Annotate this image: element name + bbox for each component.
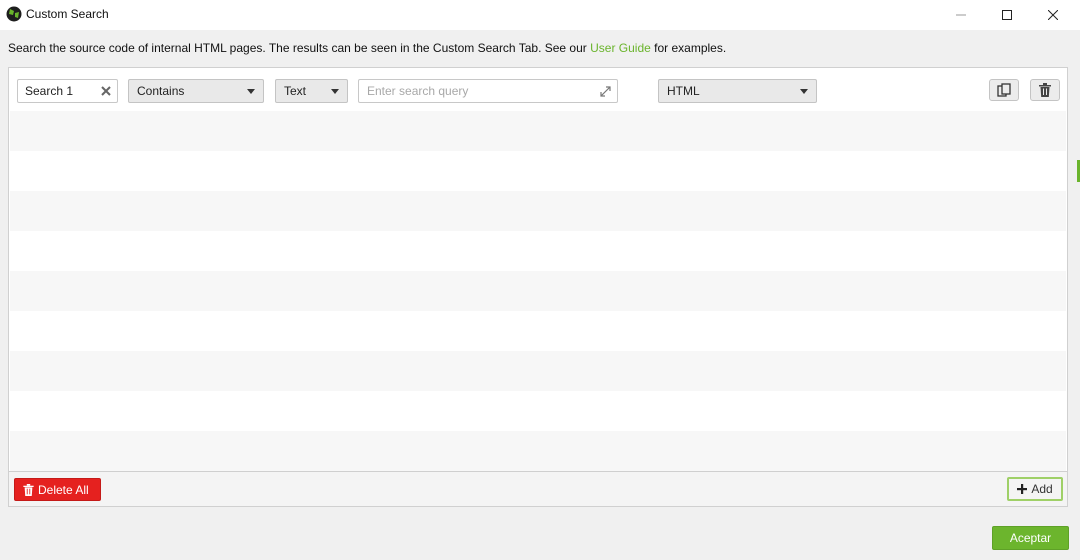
query-type-select[interactable]: Text (275, 79, 348, 103)
chevron-down-icon (331, 89, 339, 94)
description-text: Search the source code of internal HTML … (8, 41, 726, 55)
delete-all-label: Delete All (38, 482, 89, 497)
minimize-button[interactable] (938, 0, 984, 30)
search-query-input[interactable] (367, 84, 587, 98)
search-name-field[interactable]: Search 1 (17, 79, 118, 103)
search-query-field[interactable] (358, 79, 618, 103)
empty-row (10, 191, 1066, 231)
match-mode-select[interactable]: Contains (128, 79, 264, 103)
close-button[interactable] (1030, 0, 1076, 30)
window-title: Custom Search (26, 7, 109, 21)
add-label: Add (1031, 482, 1053, 496)
match-mode-value: Contains (137, 84, 185, 98)
scope-select[interactable]: HTML (658, 79, 817, 103)
scope-value: HTML (667, 84, 700, 98)
empty-row (10, 151, 1066, 191)
empty-row (10, 391, 1066, 431)
accept-button[interactable]: Aceptar (992, 526, 1069, 550)
empty-row (10, 111, 1066, 151)
delete-search-button[interactable] (1030, 79, 1060, 101)
trash-icon (1039, 83, 1051, 97)
search-list-panel: Search 1 Contains Text HTML (8, 67, 1068, 507)
empty-row (10, 311, 1066, 351)
panel-footer: Delete All Add (9, 471, 1067, 506)
description-after: for examples. (650, 41, 727, 55)
empty-row (10, 231, 1066, 271)
delete-all-button[interactable]: Delete All (14, 478, 101, 501)
chevron-down-icon (800, 89, 808, 94)
empty-row (10, 351, 1066, 391)
empty-row (10, 431, 1066, 471)
query-type-value: Text (284, 84, 307, 98)
search-list-rows (10, 111, 1066, 471)
add-search-button[interactable]: Add (1007, 477, 1063, 501)
search-name-value: Search 1 (25, 84, 74, 98)
user-guide-link[interactable]: User Guide (590, 41, 651, 55)
maximize-icon (1002, 10, 1012, 20)
maximize-button[interactable] (984, 0, 1030, 30)
chevron-down-icon (247, 89, 255, 94)
copy-icon (997, 83, 1011, 97)
clear-icon[interactable] (100, 85, 112, 97)
plus-icon (1017, 484, 1028, 494)
expand-icon[interactable] (599, 85, 612, 98)
trash-icon (23, 483, 34, 496)
description-before: Search the source code of internal HTML … (8, 41, 591, 55)
empty-row (10, 271, 1066, 311)
minimize-icon (956, 14, 966, 16)
title-bar: Custom Search (0, 0, 1080, 30)
close-icon (1048, 10, 1058, 20)
duplicate-search-button[interactable] (989, 79, 1019, 101)
accept-label: Aceptar (1009, 531, 1052, 545)
app-globe-icon (6, 6, 22, 22)
